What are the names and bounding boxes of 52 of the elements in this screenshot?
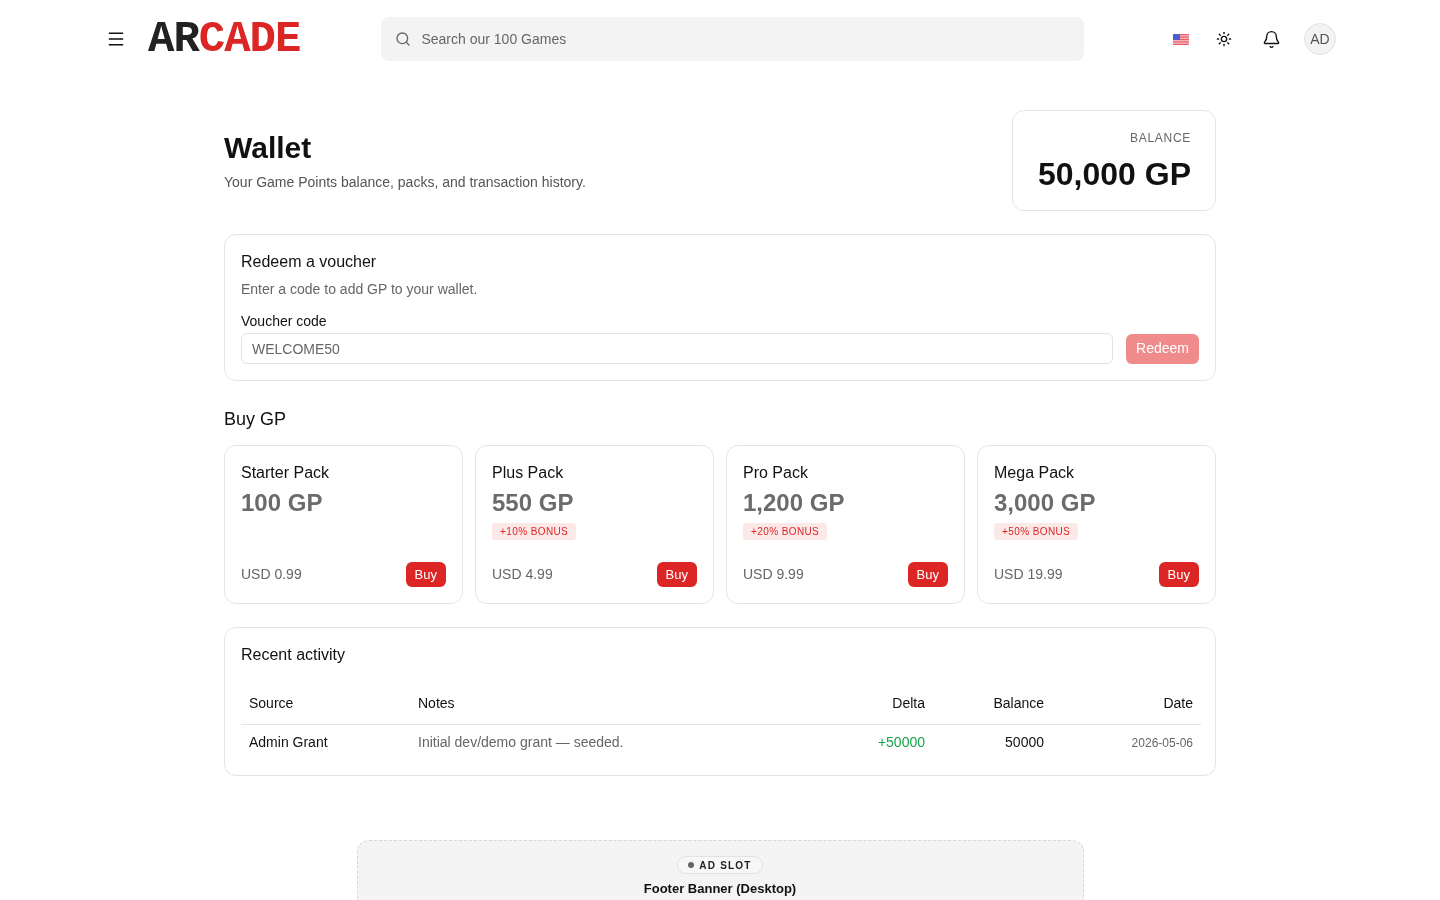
voucher-input[interactable]: WELCOME50: [241, 333, 1114, 364]
page-title: Wallet: [224, 129, 313, 166]
section-heading: Buy GP: [224, 408, 288, 431]
table-cell: Admin Grant: [241, 724, 410, 761]
pack-name: Mega Pack: [994, 463, 1076, 483]
menu-icon: [106, 29, 126, 49]
voucher-field-label: Voucher code: [241, 312, 328, 331]
buy-button[interactable]: Buy: [656, 562, 697, 587]
pack-amount: 3,000 GP: [994, 488, 1097, 518]
pack-price: USD 4.99: [492, 565, 553, 584]
bell-icon: [1261, 29, 1281, 49]
pack-amount: 550 GP: [492, 488, 575, 518]
pack-name: Plus Pack: [492, 463, 565, 483]
table-cell: +50000: [833, 724, 933, 761]
page-subtitle: Your Game Points balance, packs, and transaction history.: [224, 172, 586, 192]
logo[interactable]: ARCADE: [148, 17, 301, 61]
dot-icon: [688, 862, 695, 868]
column-header: Source: [241, 684, 410, 724]
bonus-badge: +50% BONUS: [994, 523, 1079, 540]
theme-toggle-button[interactable]: [1215, 30, 1233, 48]
voucher-description: Enter a code to add GP to your wallet.: [241, 280, 479, 299]
voucher-title: Redeem a voucher: [241, 252, 378, 272]
buy-button[interactable]: Buy: [405, 562, 446, 587]
buy-button[interactable]: Buy: [907, 562, 948, 587]
activity-title: Recent activity: [241, 645, 347, 665]
table-cell: 50000: [933, 724, 1052, 761]
table-cell: Initial dev/demo grant — seeded.: [410, 724, 833, 761]
search-field[interactable]: Search our 100 Games: [381, 17, 1085, 61]
column-header: Delta: [833, 684, 933, 724]
pack-price: USD 0.99: [241, 565, 302, 584]
avatar-button[interactable]: AD: [1304, 23, 1336, 55]
ad-slot-label: AD SLOT: [699, 858, 752, 873]
flag-icon[interactable]: [1173, 33, 1189, 45]
pack-amount: 1,200 GP: [743, 488, 846, 518]
column-header: Balance: [933, 684, 1052, 724]
pack-price: USD 19.99: [994, 565, 1063, 584]
pack-price: USD 9.99: [743, 565, 804, 584]
pack-amount: 100 GP: [241, 488, 324, 518]
balance-label: BALANCE: [1129, 129, 1191, 146]
column-header: Date: [1052, 684, 1201, 724]
buy-button[interactable]: Buy: [1158, 562, 1199, 587]
ad-slot-title: Footer Banner (Desktop): [643, 880, 797, 898]
notifications-button[interactable]: [1261, 29, 1281, 49]
sun-icon: [1216, 31, 1232, 47]
pack-name: Pro Pack: [743, 463, 809, 483]
column-header: Notes: [410, 684, 833, 724]
pack-name: Starter Pack: [241, 463, 331, 483]
bonus-badge: +10% BONUS: [492, 523, 577, 540]
balance-value: 50,000 GP: [1038, 155, 1191, 192]
bonus-badge: +20% BONUS: [743, 523, 828, 540]
search-icon: [395, 31, 412, 47]
table-cell: 2026-05-06: [1052, 724, 1201, 761]
